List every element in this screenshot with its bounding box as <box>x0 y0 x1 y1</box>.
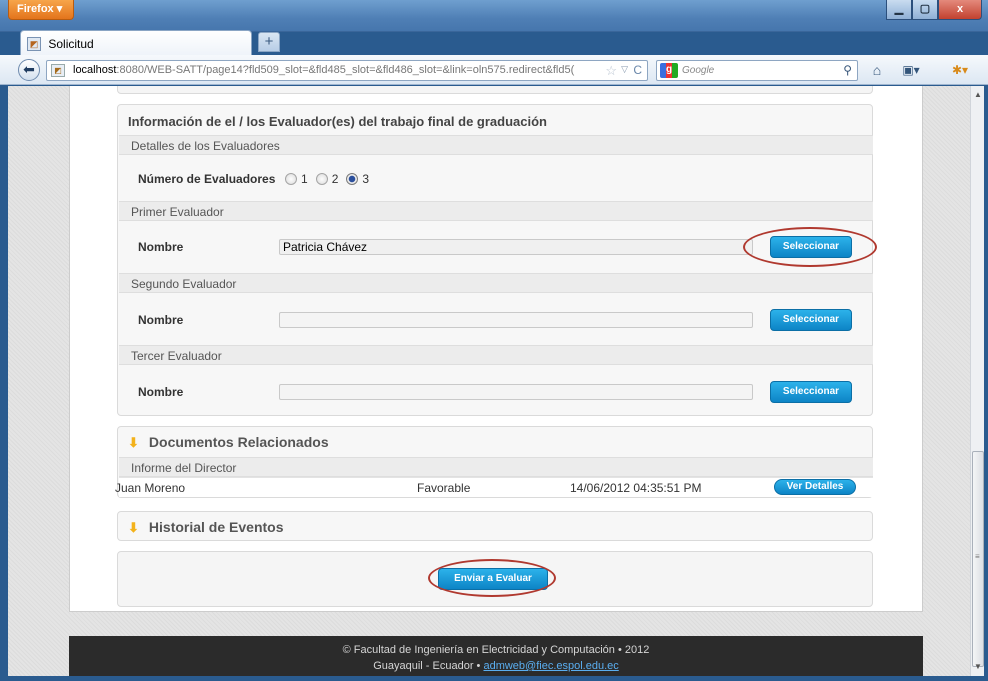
addon-icon[interactable]: ✱▾ <box>940 60 980 81</box>
search-placeholder: Google <box>682 65 715 76</box>
select-third-evaluator-button[interactable]: Seleccionar <box>770 381 852 403</box>
documents-panel: ⬇ Documentos Relacionados Informe del Dir… <box>115 426 873 498</box>
url-path: :8080/WEB-SATT/page14?fld509_slot=&fld48… <box>116 64 575 76</box>
footer-location-line: Guayaquil - Ecuador • admweb@fiec.espol.… <box>69 658 923 674</box>
bookmark-star-icon[interactable]: ☆ <box>605 63 617 79</box>
second-evaluator-name-label: Nombre <box>138 313 184 327</box>
firefox-menu-button[interactable]: Firefox ▾ <box>8 0 74 20</box>
evaluators-count-radio-group: 1 2 3 <box>285 172 373 186</box>
tab-title: Solicitud <box>48 36 94 51</box>
reload-icon[interactable]: C <box>633 63 642 77</box>
second-evaluator-name-field[interactable] <box>279 312 753 328</box>
history-panel-header[interactable]: ⬇ Historial de Eventos <box>128 519 284 536</box>
window-titlebar: Firefox ▾ ▁ ▢ x <box>0 0 988 32</box>
highlight-ring-select-button <box>743 227 877 267</box>
expand-arrow-icon: ⬇ <box>128 520 139 535</box>
evaluators-count-label: Número de Evaluadores <box>138 172 276 186</box>
google-engine-icon[interactable]: g <box>660 63 678 78</box>
navigation-toolbar: ⬅ ◩ localhost:8080/WEB-SATT/page14?fld50… <box>0 55 988 85</box>
first-evaluator-name-label: Nombre <box>138 240 184 254</box>
new-tab-button[interactable]: + <box>258 32 280 52</box>
footer-email-link[interactable]: admweb@fiec.espol.edu.ec <box>483 660 618 672</box>
director-report-header: Informe del Director <box>119 457 873 477</box>
radio-count-1-label: 1 <box>301 172 308 186</box>
minimize-button[interactable]: ▁ <box>886 0 912 20</box>
select-second-evaluator-button[interactable]: Seleccionar <box>770 309 852 331</box>
url-host: localhost <box>73 64 117 76</box>
table-row: Juan Moreno Favorable 14/06/2012 04:35:5… <box>115 477 873 497</box>
footer-copyright: © Facultad de Ingeniería en Electricidad… <box>342 644 650 656</box>
bookmarks-menu-icon[interactable]: ▣▾ <box>896 60 926 81</box>
maximize-button[interactable]: ▢ <box>912 0 938 20</box>
submit-panel: Enviar a Evaluar <box>117 551 873 607</box>
vertical-scrollbar[interactable]: ▲ ≡ ▼ <box>970 86 984 676</box>
view-details-button[interactable]: Ver Detalles <box>774 479 856 495</box>
radio-count-3-label: 3 <box>362 172 370 186</box>
first-evaluator-header: Primer Evaluador <box>119 201 873 221</box>
radio-count-2-label: 2 <box>331 172 339 186</box>
documents-panel-header[interactable]: ⬇ Documentos Relacionados <box>128 434 329 451</box>
documents-panel-title: Documentos Relacionados <box>148 434 329 450</box>
window-bottom-edge <box>0 676 988 681</box>
doc-result: Favorable <box>417 481 471 495</box>
url-dropdown-icon[interactable]: ▽ <box>621 64 628 75</box>
previous-panel-edge <box>117 86 873 94</box>
home-icon[interactable]: ⌂ <box>866 60 888 81</box>
search-bar[interactable]: g Google ⚲ <box>656 60 858 81</box>
page-favicon-icon: ◩ <box>27 36 41 51</box>
footer-location: Guayaquil - Ecuador • <box>373 660 484 672</box>
evaluators-details-header: Detalles de los Evaluadores <box>119 135 873 155</box>
browser-tab-solicitud[interactable]: ◩ Solicitud <box>20 30 252 56</box>
page-footer: © Facultad de Ingeniería en Electricidad… <box>69 636 923 676</box>
radio-count-1[interactable] <box>285 173 297 185</box>
evaluators-panel: Información de el / los Evaluador(es) de… <box>117 104 877 416</box>
expand-arrow-icon: ⬇ <box>128 435 139 450</box>
doc-author: Juan Moreno <box>115 481 186 495</box>
radio-count-2[interactable] <box>315 173 328 185</box>
third-evaluator-header: Tercer Evaluador <box>119 345 873 365</box>
grip-icon: ≡ <box>975 552 980 561</box>
scroll-down-arrow-icon[interactable]: ▼ <box>971 662 985 671</box>
doc-date: 14/06/2012 04:35:51 PM <box>570 481 702 495</box>
window-left-edge <box>0 86 8 676</box>
scrollbar-thumb[interactable]: ≡ <box>972 451 984 667</box>
url-text[interactable]: localhost:8080/WEB-SATT/page14?fld509_sl… <box>73 64 593 76</box>
third-evaluator-name-label: Nombre <box>138 385 184 399</box>
page-viewport: Información de el / los Evaluador(es) de… <box>8 86 970 676</box>
back-arrow-icon[interactable]: ⬅ <box>18 59 40 81</box>
radio-count-3[interactable] <box>346 173 359 185</box>
evaluators-panel-title: Información de el / los Evaluador(es) de… <box>128 114 547 129</box>
scroll-up-arrow-icon[interactable]: ▲ <box>971 90 985 99</box>
page-content: Información de el / los Evaluador(es) de… <box>69 86 923 612</box>
highlight-ring-submit-button <box>428 559 556 597</box>
site-identity-icon[interactable]: ◩ <box>51 64 65 77</box>
history-panel: ⬇ Historial de Eventos <box>117 511 873 541</box>
window-controls: ▁ ▢ x <box>886 0 982 20</box>
history-panel-title: Historial de Eventos <box>148 519 284 535</box>
third-evaluator-name-field[interactable] <box>279 384 753 400</box>
url-bar[interactable]: ◩ localhost:8080/WEB-SATT/page14?fld509_… <box>46 60 648 81</box>
search-icon[interactable]: ⚲ <box>843 63 852 77</box>
second-evaluator-header: Segundo Evaluador <box>119 273 873 293</box>
close-window-button[interactable]: x <box>938 0 982 20</box>
first-evaluator-name-field[interactable]: Patricia Chávez <box>279 239 753 255</box>
